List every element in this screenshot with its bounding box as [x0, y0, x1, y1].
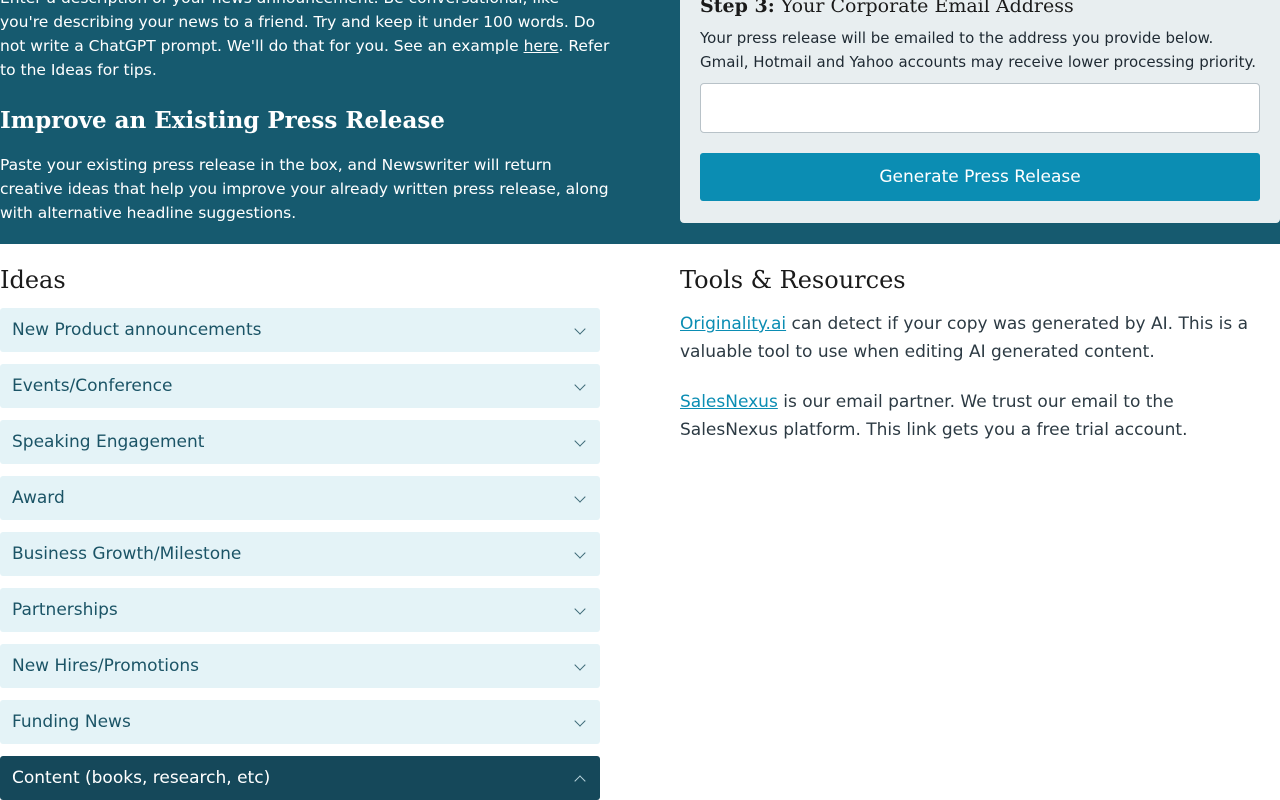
instructions-panel: Enter a description of your news announc… [0, 0, 610, 225]
ideas-title: Ideas [0, 266, 66, 294]
step3-title: Step 3: Your Corporate Email Address [700, 0, 1260, 18]
salesnexus-link[interactable]: SalesNexus [680, 392, 778, 412]
accordion-item-business-growth[interactable]: Business Growth/Milestone [0, 532, 600, 576]
intro-text: Enter a description of your news announc… [0, 0, 596, 55]
email-input[interactable] [700, 83, 1260, 133]
accordion-label: Events/Conference [12, 376, 173, 396]
accordion-item-funding[interactable]: Funding News [0, 700, 600, 744]
chevron-down-icon [574, 715, 586, 727]
example-link[interactable]: here [524, 37, 559, 55]
improve-heading: Improve an Existing Press Release [0, 107, 445, 134]
step3-title-text: Your Corporate Email Address [774, 0, 1074, 17]
accordion-item-new-hires[interactable]: New Hires/Promotions [0, 644, 600, 688]
tools-resources-panel: Originality.ai can detect if your copy w… [680, 310, 1270, 466]
chevron-down-icon [574, 323, 586, 335]
step3-card: Step 3: Your Corporate Email Address You… [680, 0, 1280, 223]
generate-press-release-button[interactable]: Generate Press Release [700, 153, 1260, 201]
improve-paragraph: Paste your existing press release in the… [0, 156, 609, 222]
accordion-label: Funding News [12, 712, 131, 732]
chevron-down-icon [574, 603, 586, 615]
accordion-item-new-product[interactable]: New Product announcements [0, 308, 600, 352]
accordion-label: New Hires/Promotions [12, 656, 199, 676]
accordion-item-speaking[interactable]: Speaking Engagement [0, 420, 600, 464]
accordion-label: Award [12, 488, 65, 508]
intro-paragraph: Enter a description of your news announc… [0, 0, 610, 82]
accordion-label: Content (books, research, etc) [12, 768, 271, 788]
accordion-item-events[interactable]: Events/Conference [0, 364, 600, 408]
chevron-down-icon [574, 379, 586, 391]
accordion-label: Partnerships [12, 600, 118, 620]
accordion-item-partnerships[interactable]: Partnerships [0, 588, 600, 632]
chevron-up-icon [574, 775, 586, 787]
originality-paragraph: Originality.ai can detect if your copy w… [680, 310, 1270, 366]
step3-label: Step 3: [700, 0, 775, 17]
accordion-label: Speaking Engagement [12, 432, 205, 452]
accordion-label: New Product announcements [12, 320, 262, 340]
ideas-accordion: New Product announcements Events/Confere… [0, 308, 600, 800]
salesnexus-paragraph: SalesNexus is our email partner. We trus… [680, 388, 1270, 444]
accordion-label: Business Growth/Milestone [12, 544, 242, 564]
originality-link[interactable]: Originality.ai [680, 314, 786, 334]
step3-description: Your press release will be emailed to th… [700, 29, 1256, 71]
chevron-down-icon [574, 547, 586, 559]
accordion-item-content[interactable]: Content (books, research, etc) [0, 756, 600, 800]
tools-title: Tools & Resources [680, 266, 906, 294]
accordion-item-award[interactable]: Award [0, 476, 600, 520]
chevron-down-icon [574, 659, 586, 671]
chevron-down-icon [574, 491, 586, 503]
chevron-down-icon [574, 435, 586, 447]
hero-section: Enter a description of your news announc… [0, 0, 1280, 244]
